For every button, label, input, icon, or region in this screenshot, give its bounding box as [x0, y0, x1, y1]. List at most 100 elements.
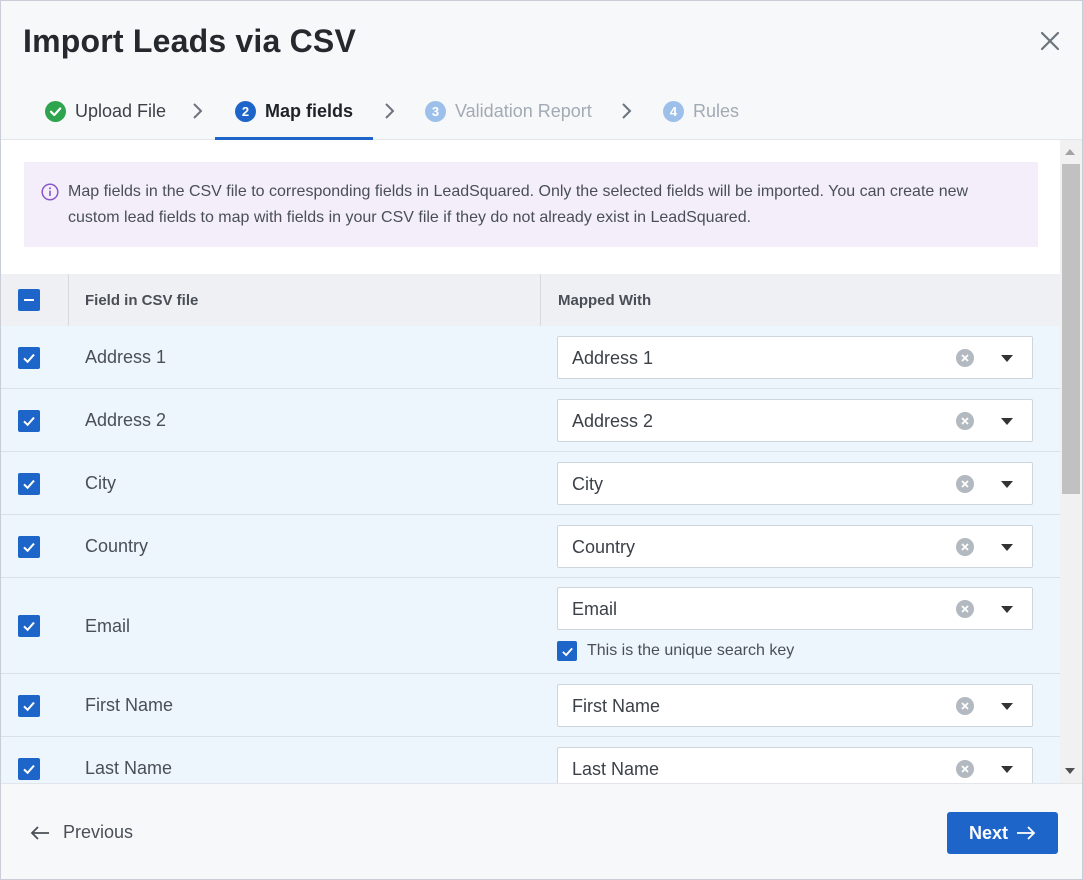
table-row: Last Name Last Name [1, 737, 1061, 783]
scroll-up-arrow-icon[interactable] [1065, 149, 1075, 155]
table-row: Email Email This is the unique search ke… [1, 578, 1061, 674]
row-checkbox[interactable] [18, 473, 40, 495]
mapped-field-value: First Name [572, 696, 661, 716]
clear-icon[interactable] [956, 349, 974, 367]
mapped-field-select[interactable]: Last Name [557, 747, 1033, 783]
mapped-field-value: Address 2 [572, 411, 654, 431]
minus-icon [24, 299, 34, 301]
clear-icon[interactable] [956, 600, 974, 618]
scroll-down-arrow-icon[interactable] [1065, 768, 1075, 774]
check-icon [23, 764, 35, 775]
column-divider [540, 274, 541, 326]
row-checkbox[interactable] [18, 410, 40, 432]
check-circle-icon [45, 101, 66, 122]
check-icon [23, 353, 35, 364]
row-checkbox[interactable] [18, 615, 40, 637]
mapped-field-select[interactable]: Address 1 [557, 336, 1033, 379]
step-number: 3 [425, 101, 446, 122]
step-validation-report[interactable]: 3 Validation Report [425, 83, 592, 140]
unique-key-checkbox[interactable] [557, 641, 577, 661]
mapped-field-value: Email [572, 599, 618, 619]
chevron-right-icon [193, 103, 203, 119]
next-button[interactable]: Next [947, 812, 1058, 854]
clear-icon[interactable] [956, 697, 974, 715]
step-number: 4 [663, 101, 684, 122]
unique-key-label: This is the unique search key [587, 642, 795, 659]
mapped-field-value: Country [572, 537, 636, 557]
table-row: City City [1, 452, 1061, 515]
mapped-field-value: Last Name [572, 759, 660, 779]
dialog-header: Import Leads via CSV [1, 1, 1082, 83]
clear-icon[interactable] [956, 760, 974, 778]
table-row: Address 1 Address 1 [1, 326, 1061, 389]
vertical-scrollbar[interactable] [1060, 140, 1082, 783]
mapped-field-value: Address 1 [572, 348, 654, 368]
previous-button[interactable]: Previous [30, 822, 133, 843]
header-field-in-csv: Field in CSV file [85, 292, 199, 309]
chevron-down-icon[interactable] [1001, 766, 1013, 773]
step-number: 2 [235, 101, 256, 122]
dialog-footer: Previous Next [1, 783, 1082, 879]
check-icon [23, 542, 35, 553]
csv-field-name: First Name [85, 695, 174, 715]
chevron-right-icon [385, 103, 395, 119]
dialog-title: Import Leads via CSV [23, 23, 356, 59]
csv-field-name: Address 1 [85, 347, 167, 367]
chevron-right-icon [622, 103, 632, 119]
clear-icon[interactable] [956, 475, 974, 493]
chevron-down-icon[interactable] [1001, 418, 1013, 425]
unique-search-key-option: This is the unique search key [557, 641, 794, 661]
close-icon[interactable] [1038, 29, 1062, 53]
mapped-field-value: City [572, 474, 603, 494]
table-row: Address 2 Address 2 [1, 389, 1061, 452]
row-checkbox[interactable] [18, 695, 40, 717]
check-icon [23, 479, 35, 490]
header-mapped-with: Mapped With [558, 292, 652, 309]
mapped-field-select[interactable]: City [557, 462, 1033, 505]
wizard-steps: Upload File 2 Map fields 3 Validation Re… [1, 83, 1082, 140]
csv-field-name: Address 2 [85, 410, 167, 430]
arrow-right-icon [1017, 826, 1036, 840]
row-checkbox[interactable] [18, 347, 40, 369]
info-circle-icon [41, 183, 59, 201]
step-label: Validation Report [455, 101, 592, 121]
step-label: Map fields [265, 101, 354, 121]
mapped-field-select[interactable]: Country [557, 525, 1033, 568]
step-label: Rules [693, 101, 740, 121]
step-rules[interactable]: 4 Rules [663, 83, 739, 140]
step-upload-file[interactable]: Upload File [45, 83, 166, 140]
chevron-down-icon[interactable] [1001, 481, 1013, 488]
csv-field-name: Last Name [85, 758, 173, 778]
previous-label: Previous [63, 822, 134, 842]
chevron-down-icon[interactable] [1001, 606, 1013, 613]
table-row: Country Country [1, 515, 1061, 578]
csv-field-name: Country [85, 536, 149, 556]
info-text: Map fields in the CSV file to correspond… [68, 183, 969, 226]
mapped-field-select[interactable]: Email [557, 587, 1033, 630]
mapping-content: Map fields in the CSV file to correspond… [1, 140, 1061, 783]
table-header: Field in CSV file Mapped With [1, 274, 1061, 326]
info-banner: Map fields in the CSV file to correspond… [24, 162, 1038, 247]
select-all-checkbox[interactable] [18, 289, 40, 311]
row-checkbox[interactable] [18, 758, 40, 780]
csv-field-name: City [85, 473, 116, 493]
import-leads-dialog: Import Leads via CSV Upload File 2 Map f… [0, 0, 1083, 880]
step-label: Upload File [75, 101, 167, 121]
mapped-field-select[interactable]: First Name [557, 684, 1033, 727]
scrollbar-thumb[interactable] [1062, 164, 1080, 494]
step-map-fields[interactable]: 2 Map fields [235, 83, 353, 140]
csv-field-name: Email [85, 616, 131, 636]
chevron-down-icon[interactable] [1001, 355, 1013, 362]
check-icon [23, 621, 35, 632]
row-checkbox[interactable] [18, 536, 40, 558]
mapped-field-select[interactable]: Address 2 [557, 399, 1033, 442]
check-icon [23, 416, 35, 427]
chevron-down-icon[interactable] [1001, 544, 1013, 551]
arrow-left-icon [30, 825, 49, 840]
next-label: Next [968, 822, 1008, 843]
clear-icon[interactable] [956, 538, 974, 556]
chevron-down-icon[interactable] [1001, 703, 1013, 710]
clear-icon[interactable] [956, 412, 974, 430]
check-icon [561, 647, 573, 656]
table-row: First Name First Name [1, 674, 1061, 737]
